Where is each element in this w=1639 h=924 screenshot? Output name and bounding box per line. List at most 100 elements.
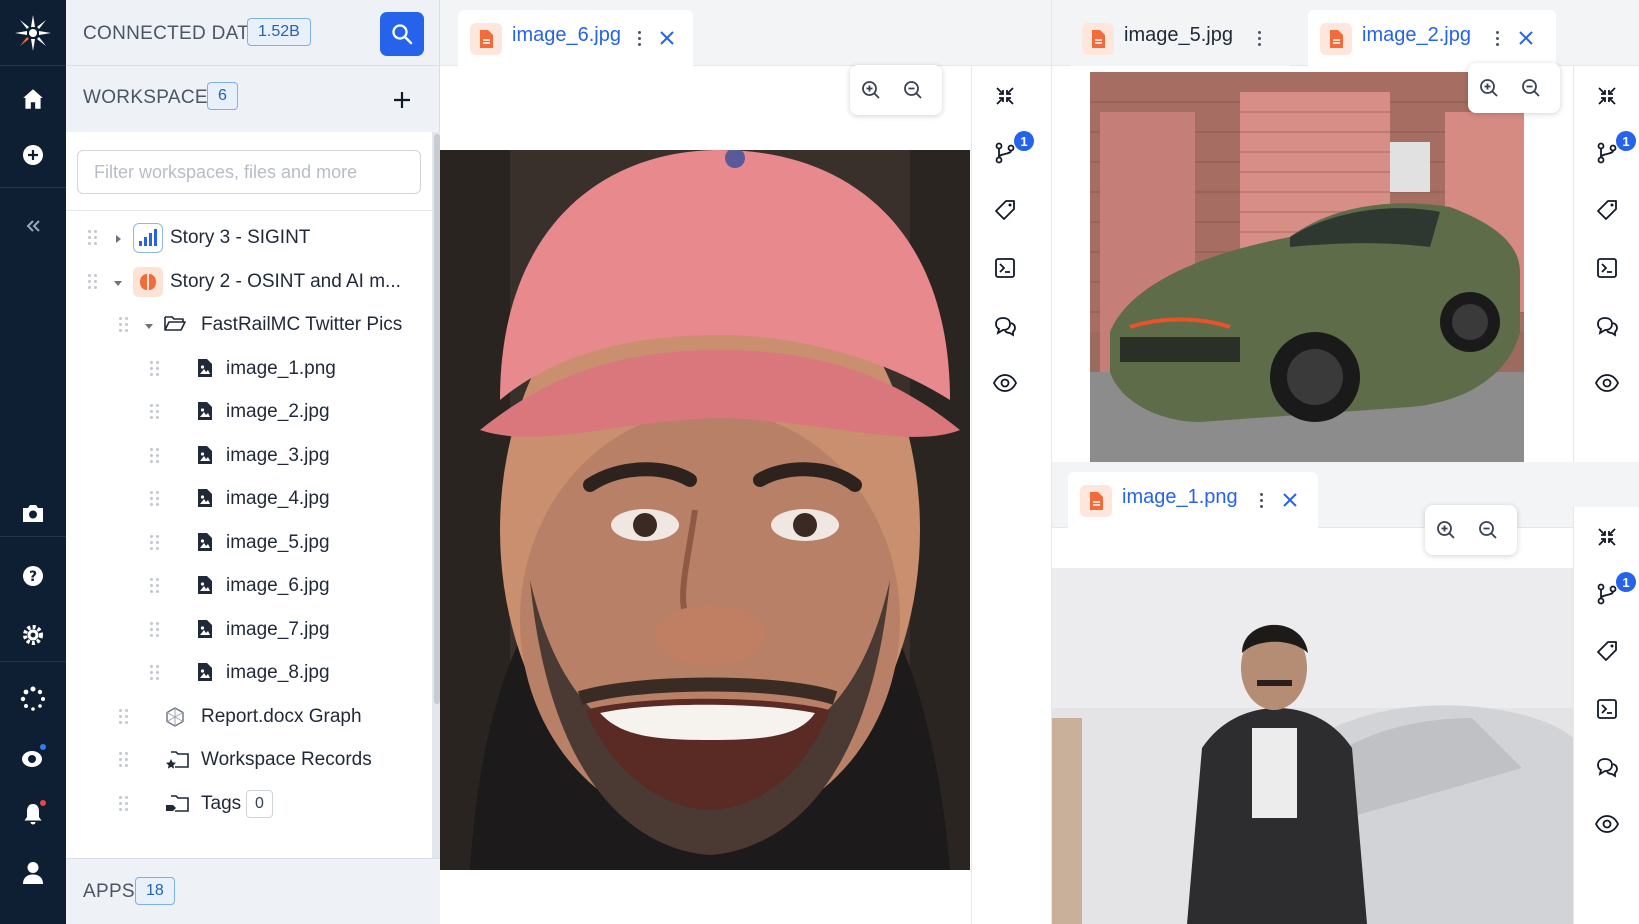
tree-row[interactable]: image_3.jpg: [66, 434, 432, 478]
tab-menu-icon[interactable]: [1490, 26, 1504, 50]
drag-handle-icon[interactable]: [119, 708, 131, 725]
tree-row[interactable]: Tags 0: [66, 782, 432, 826]
tree-row[interactable]: image_5.jpg: [66, 521, 432, 565]
add-circle-icon[interactable]: [0, 133, 66, 177]
monitor-eye-icon[interactable]: [0, 736, 66, 780]
drag-handle-icon[interactable]: [150, 578, 162, 594]
notifications-bell-icon[interactable]: [0, 792, 66, 836]
drag-handle-icon[interactable]: [119, 317, 131, 333]
close-tab-icon[interactable]: [1279, 489, 1301, 511]
branch-count-badge: 1: [1616, 131, 1636, 151]
tree-item-label: image_3.jpg: [226, 444, 330, 466]
zoom-in-icon[interactable]: [1425, 508, 1467, 552]
zoom-out-icon[interactable]: [892, 68, 934, 112]
tree-row[interactable]: Report.docx Graph: [66, 695, 432, 739]
tree-row[interactable]: Story 2 - OSINT and AI m...: [66, 260, 432, 304]
tree-row[interactable]: image_2.jpg: [66, 390, 432, 434]
comments-icon[interactable]: [1574, 745, 1639, 789]
drag-handle-icon[interactable]: [150, 665, 162, 681]
plus-icon: [394, 92, 410, 108]
tree-row[interactable]: FastRailMC Twitter Pics: [66, 303, 432, 347]
collapse-sidebar-icon[interactable]: [0, 204, 66, 248]
caret-right-icon[interactable]: [112, 232, 124, 244]
workspaces-count: 6: [207, 82, 238, 110]
drag-handle-icon[interactable]: [150, 447, 162, 464]
apps-footer[interactable]: APPS 18: [66, 858, 440, 924]
tag-icon[interactable]: [972, 188, 1038, 232]
tree-item-label: Story 3 - SIGINT: [170, 227, 311, 248]
zoom-in-icon[interactable]: [850, 68, 892, 112]
drag-handle-icon[interactable]: [119, 795, 131, 812]
tree-row[interactable]: Story 3 - SIGINT: [66, 216, 432, 260]
tree-row[interactable]: image_1.png: [66, 347, 432, 391]
connected-data-title: CONNECTED DATA: [83, 23, 261, 44]
close-tab-icon[interactable]: [1515, 27, 1537, 49]
drag-handle-icon[interactable]: [150, 404, 162, 420]
app-logo[interactable]: [0, 0, 66, 66]
home-icon[interactable]: [0, 77, 66, 121]
image-viewer-pane-top-right: image_5.jpg image_2.jpg 1: [1051, 0, 1639, 470]
tree-row[interactable]: Workspace Records: [66, 738, 432, 782]
branch-icon[interactable]: 1: [972, 131, 1038, 175]
help-icon[interactable]: ?: [0, 554, 66, 598]
tag-icon[interactable]: [1574, 188, 1639, 232]
tree-item-label: Workspace Records: [201, 749, 372, 770]
tree-row[interactable]: image_8.jpg: [66, 651, 432, 695]
zoom-in-icon[interactable]: [1468, 66, 1510, 110]
tag-icon[interactable]: [1574, 629, 1639, 673]
drag-handle-icon[interactable]: [150, 360, 162, 377]
tab-menu-icon[interactable]: [1252, 26, 1266, 50]
settings-gear-icon[interactable]: [0, 613, 66, 657]
drag-handle-icon[interactable]: [119, 752, 131, 768]
eye-icon[interactable]: [1574, 361, 1639, 405]
tab-image-6[interactable]: image_6.jpg: [458, 10, 693, 66]
branch-icon[interactable]: 1: [1574, 572, 1639, 616]
search-button[interactable]: [380, 12, 424, 56]
eye-icon[interactable]: [1574, 802, 1639, 846]
tab-menu-icon[interactable]: [1254, 488, 1268, 512]
terminal-icon[interactable]: [1574, 246, 1639, 290]
minimize-icon[interactable]: [1574, 515, 1639, 559]
tab-image-1[interactable]: image_1.png: [1068, 472, 1318, 528]
close-tab-icon[interactable]: [656, 27, 678, 49]
image-6-photo: [440, 150, 970, 870]
user-profile-icon[interactable]: [0, 851, 66, 895]
folder-star-icon: [164, 749, 190, 771]
caret-down-icon[interactable]: [143, 319, 155, 331]
tab-image-2[interactable]: image_2.jpg: [1308, 10, 1556, 66]
drag-handle-icon[interactable]: [88, 273, 100, 290]
terminal-icon[interactable]: [972, 246, 1038, 290]
tree-row[interactable]: image_6.jpg: [66, 564, 432, 608]
tree-row[interactable]: image_4.jpg: [66, 477, 432, 521]
branch-icon[interactable]: 1: [1574, 131, 1639, 175]
drag-handle-icon[interactable]: [88, 230, 100, 246]
filter-workspaces-input[interactable]: [78, 151, 420, 193]
apps-title: APPS: [83, 881, 135, 902]
tab-menu-icon[interactable]: [632, 26, 646, 50]
zoom-out-icon[interactable]: [1510, 66, 1552, 110]
eye-icon[interactable]: [972, 361, 1038, 405]
comments-icon[interactable]: [972, 304, 1038, 348]
pane-tab-bar: image_6.jpg: [440, 0, 1051, 66]
drag-handle-icon[interactable]: [150, 534, 162, 551]
tree-row[interactable]: image_7.jpg: [66, 608, 432, 652]
comments-icon[interactable]: [1574, 304, 1639, 348]
zoom-controls: [1468, 63, 1560, 113]
camera-icon[interactable]: [0, 491, 66, 535]
loading-dots-icon[interactable]: [0, 677, 66, 721]
filter-workspaces-field[interactable]: [77, 150, 421, 194]
tree-item-label: image_1.png: [226, 357, 336, 379]
drag-handle-icon[interactable]: [150, 621, 162, 638]
zoom-out-icon[interactable]: [1467, 508, 1509, 552]
minimize-icon[interactable]: [972, 74, 1038, 118]
terminal-icon[interactable]: [1574, 687, 1639, 731]
add-workspace-button[interactable]: [384, 82, 420, 118]
minimize-icon[interactable]: [1574, 74, 1639, 118]
tab-image-5[interactable]: image_5.jpg: [1070, 10, 1290, 66]
tab-label: image_5.jpg: [1124, 24, 1233, 46]
signal-bars-icon: [133, 223, 163, 253]
tree-item-label: image_7.jpg: [226, 618, 330, 640]
drag-handle-icon[interactable]: [150, 491, 162, 507]
caret-down-icon[interactable]: [112, 276, 124, 288]
nav-rail: ?: [0, 0, 66, 924]
